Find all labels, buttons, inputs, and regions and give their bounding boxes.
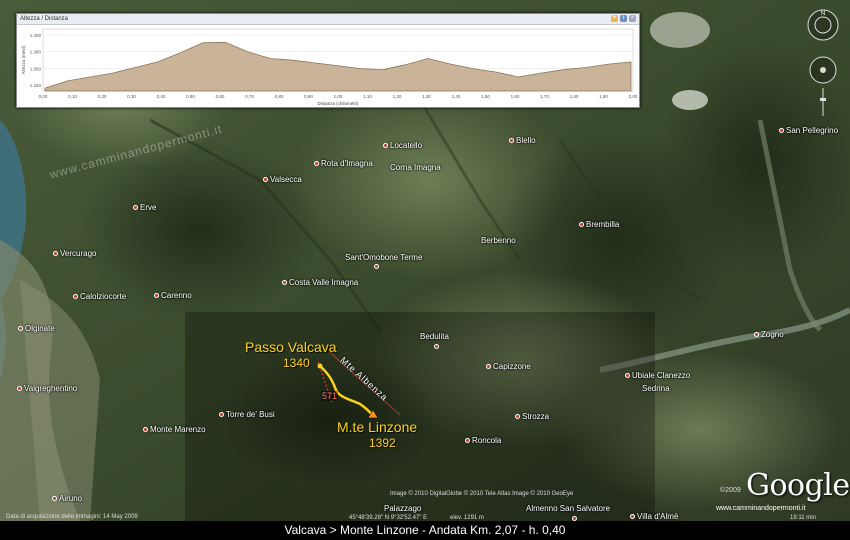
y-tick-label: 1.360 [30, 66, 42, 71]
x-tick-label: 1,80 [570, 94, 579, 99]
profile-titlebar: Altezza / Distanza ☀ i × [17, 14, 639, 25]
svg-text:N: N [821, 11, 825, 17]
x-tick-label: 1,00 [334, 94, 343, 99]
close-icon[interactable]: × [629, 15, 636, 22]
pan-control-icon [809, 56, 837, 84]
zoom-slider-icon [820, 88, 826, 116]
y-tick-label: 1.340 [30, 83, 42, 88]
profile-title: Altezza / Distanza [20, 16, 69, 22]
x-tick-label: 0,90 [304, 94, 313, 99]
x-tick-label: 1,50 [481, 94, 490, 99]
google-logo: Google [746, 468, 850, 503]
x-tick-label: 1,90 [599, 94, 608, 99]
x-tick-label: 0,50 [186, 94, 195, 99]
trail-number: 571 [321, 391, 339, 401]
route-start-label: Passo Valcava [245, 339, 337, 355]
x-tick-label: 1,20 [393, 94, 402, 99]
x-tick-label: 0,20 [98, 94, 107, 99]
y-tick-label: 1.400 [30, 33, 42, 38]
image-caption: Valcava > Monte Linzone - Andata Km. 2,0… [0, 521, 850, 540]
start-marker-icon [317, 363, 323, 369]
settings-icon[interactable]: ☀ [611, 15, 618, 22]
elevation-chart[interactable]: 1.400 1.380 1.360 1.340 0,00 0,10 0,20 0,30 0,40… [17, 25, 638, 107]
imagery-date: Data di acquisizione delle immagini: 14 … [6, 514, 138, 520]
x-tick-label: 2,00 [629, 94, 637, 99]
y-tick-label: 1.380 [30, 50, 42, 55]
x-tick-label: 1,10 [363, 94, 372, 99]
compass-icon: N [807, 9, 839, 41]
route-end-label: M.te Linzone [337, 419, 418, 435]
x-tick-label: 0,30 [127, 94, 136, 99]
x-tick-label: 1,70 [540, 94, 549, 99]
x-tick-label: 0,80 [275, 94, 284, 99]
imagery-credits: Image © 2010 DigitalGlobe © 2010 Tele At… [390, 491, 574, 497]
x-tick-label: 0,00 [39, 94, 48, 99]
x-tick-label: 1,30 [422, 94, 431, 99]
x-tick-label: 0,70 [245, 94, 254, 99]
x-tick-label: 0,10 [68, 94, 77, 99]
y-axis-label: Altezza (metri) [21, 45, 26, 75]
site-url[interactable]: www.camminandopermonti.it [716, 505, 805, 512]
navigation-controls[interactable]: N [806, 8, 840, 118]
x-axis-label: Distanza (chilometri) [317, 101, 359, 106]
route-start-elevation: 1340 [283, 356, 310, 370]
route-end-elevation: 1392 [369, 436, 396, 450]
info-icon[interactable]: i [620, 15, 627, 22]
x-tick-label: 0,60 [216, 94, 225, 99]
x-tick-label: 1,60 [511, 94, 520, 99]
copyright-year: ©2009 [720, 487, 741, 494]
x-tick-label: 0,40 [157, 94, 166, 99]
map-viewer: www.camminandopermonti.it Locatello Blel… [0, 0, 850, 540]
x-tick-label: 1,40 [452, 94, 461, 99]
elevation-profile-panel[interactable]: Altezza / Distanza ☀ i × 1.400 1.380 1.360… [16, 13, 640, 108]
